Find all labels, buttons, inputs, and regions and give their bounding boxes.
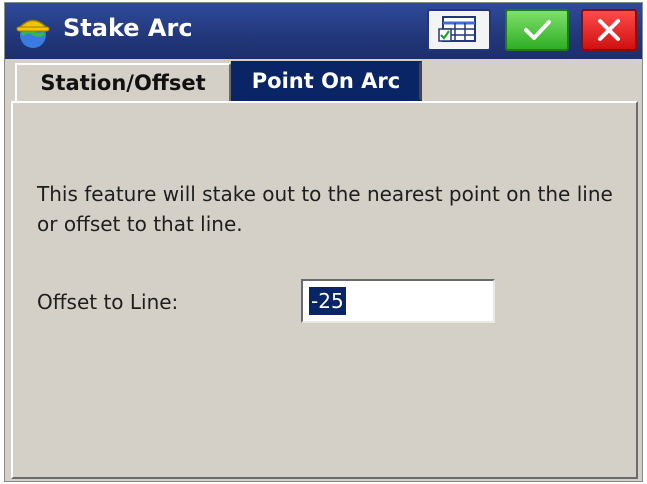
tab-point-on-arc[interactable]: Point On Arc bbox=[231, 61, 422, 101]
table-button[interactable] bbox=[427, 9, 491, 51]
offset-to-line-input[interactable]: -25 bbox=[301, 279, 495, 323]
stake-arc-window: Stake Arc Station/Offset Point On Arc Th… bbox=[4, 2, 643, 482]
table-checklist-icon bbox=[438, 16, 476, 42]
hardhat-globe-icon bbox=[13, 11, 53, 51]
offset-value: -25 bbox=[309, 287, 346, 315]
cancel-button[interactable] bbox=[581, 9, 637, 51]
offset-to-line-label: Offset to Line: bbox=[37, 290, 179, 314]
close-icon bbox=[598, 19, 620, 41]
ok-button[interactable] bbox=[505, 9, 569, 51]
window-title: Stake Arc bbox=[63, 14, 193, 42]
tab-bar: Station/Offset Point On Arc bbox=[5, 59, 642, 101]
title-bar: Stake Arc bbox=[5, 3, 642, 59]
point-on-arc-panel: This feature will stake out to the neare… bbox=[11, 101, 638, 479]
checkmark-icon bbox=[524, 20, 551, 40]
tab-station-offset[interactable]: Station/Offset bbox=[15, 63, 231, 101]
feature-description: This feature will stake out to the neare… bbox=[37, 182, 613, 236]
